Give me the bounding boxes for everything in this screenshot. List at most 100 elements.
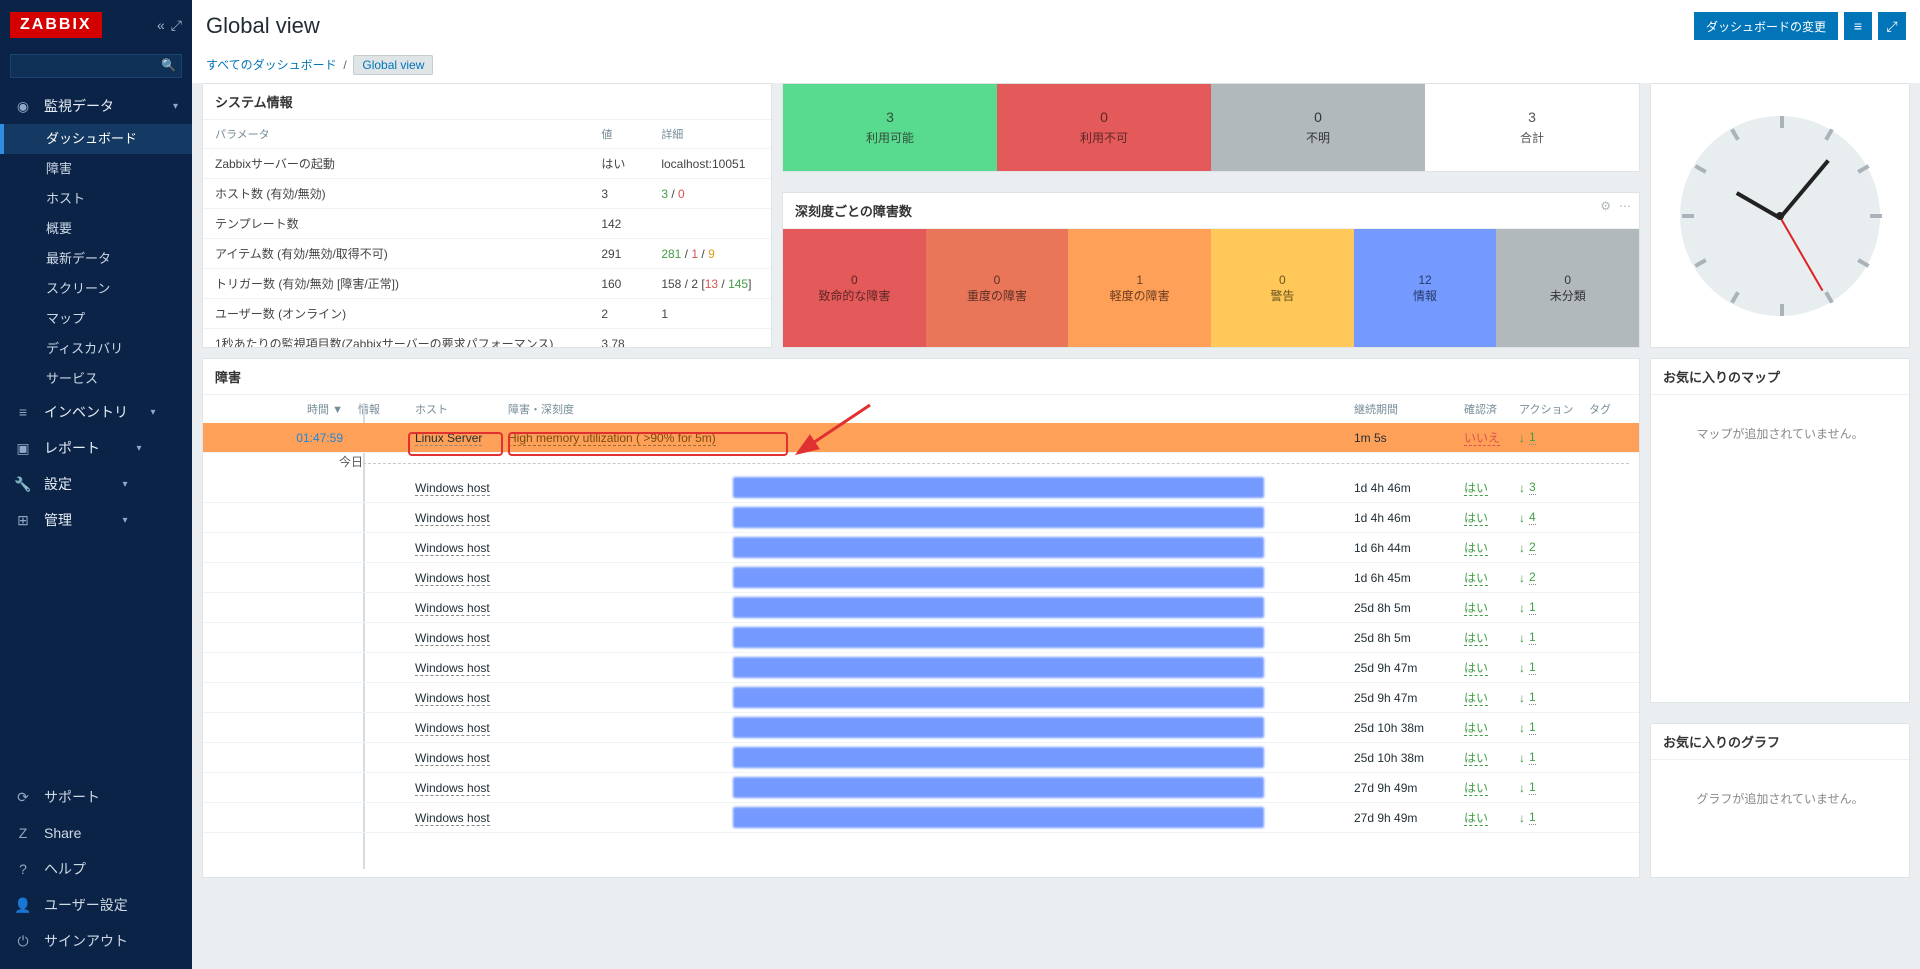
nav-discovery[interactable]: ディスカバリ — [0, 334, 192, 364]
search-icon[interactable]: 🔍 — [161, 58, 176, 72]
problem-row[interactable]: Windows host1d 4h 46mはい↓4 — [203, 503, 1639, 533]
problem-row[interactable]: Windows host27d 9h 49mはい↓1 — [203, 803, 1639, 833]
nav-administration[interactable]: ⊞ 管理 ▾ — [0, 502, 192, 538]
problem-row[interactable]: 01:47:59Linux ServerHigh memory utilizat… — [203, 423, 1639, 453]
problem-row[interactable]: Windows host25d 10h 38mはい↓1 — [203, 743, 1639, 773]
nav-inventory[interactable]: ≡ インベントリ ▾ — [0, 394, 192, 430]
host-link[interactable]: Windows host — [415, 751, 490, 766]
ack-link[interactable]: はい — [1464, 481, 1488, 496]
host-link[interactable]: Windows host — [415, 601, 490, 616]
action-count[interactable]: 1 — [1529, 660, 1536, 675]
nav-dashboard[interactable]: ダッシュボード — [0, 124, 192, 154]
action-count[interactable]: 1 — [1529, 750, 1536, 765]
footer-help[interactable]: ?ヘルプ — [0, 851, 192, 887]
ack-link[interactable]: はい — [1464, 541, 1488, 556]
problem-row[interactable]: Windows host25d 8h 5mはい↓1 — [203, 623, 1639, 653]
breadcrumb-current[interactable]: Global view — [353, 55, 433, 75]
fullscreen-button[interactable]: ⤢ — [1878, 12, 1906, 40]
action-count[interactable]: 3 — [1529, 480, 1536, 495]
host-link[interactable]: Windows host — [415, 571, 490, 586]
nav-configuration[interactable]: 🔧 設定 ▾ — [0, 466, 192, 502]
edit-dashboard-button[interactable]: ダッシュボードの変更 — [1694, 12, 1838, 40]
ack-link[interactable]: はい — [1464, 691, 1488, 706]
problem-row[interactable]: Windows host1d 6h 44mはい↓2 — [203, 533, 1639, 563]
nav-hosts[interactable]: ホスト — [0, 184, 192, 214]
action-count[interactable]: 2 — [1529, 570, 1536, 585]
problem-row[interactable]: Windows host25d 8h 5mはい↓1 — [203, 593, 1639, 623]
problem-actions: ↓3 — [1519, 480, 1589, 495]
nav-services[interactable]: サービス — [0, 364, 192, 394]
host-link[interactable]: Windows host — [415, 631, 490, 646]
severity-cell[interactable]: 1軽度の障害 — [1068, 229, 1211, 347]
action-count[interactable]: 1 — [1529, 720, 1536, 735]
nav-reports[interactable]: ▣ レポート ▾ — [0, 430, 192, 466]
breadcrumb-all[interactable]: すべてのダッシュボード — [206, 58, 337, 72]
ack-link[interactable]: はい — [1464, 721, 1488, 736]
host-link[interactable]: Windows host — [415, 661, 490, 676]
ack-link[interactable]: はい — [1464, 811, 1488, 826]
host-link[interactable]: Windows host — [415, 481, 490, 496]
nav-screens[interactable]: スクリーン — [0, 274, 192, 304]
footer-support[interactable]: ⟳サポート — [0, 779, 192, 815]
nav-monitoring[interactable]: ◉ 監視データ — [0, 88, 192, 124]
ack-link[interactable]: はい — [1464, 781, 1488, 796]
dashboard-content: システム情報 パラメータ 値 詳細 Zabbixサーバーの起動はいlocalho… — [192, 83, 1920, 969]
problem-row[interactable]: Windows host25d 10h 38mはい↓1 — [203, 713, 1639, 743]
action-count[interactable]: 1 — [1529, 630, 1536, 645]
severity-cell[interactable]: 0致命的な障害 — [783, 229, 926, 347]
action-count[interactable]: 1 — [1529, 430, 1536, 445]
ack-link[interactable]: はい — [1464, 571, 1488, 586]
host-link[interactable]: Windows host — [415, 691, 490, 706]
host-status-cell[interactable]: 3合計 — [1425, 84, 1639, 171]
nav-overview[interactable]: 概要 — [0, 214, 192, 244]
logo[interactable]: ZABBIX — [10, 12, 102, 38]
problem-row[interactable]: Windows host25d 9h 47mはい↓1 — [203, 683, 1639, 713]
col-time[interactable]: 時間 ▼ — [213, 401, 358, 417]
nav-problems[interactable]: 障害 — [0, 154, 192, 184]
severity-cell[interactable]: 0重度の障害 — [926, 229, 1069, 347]
problem-row[interactable]: Windows host1d 4h 46mはい↓3 — [203, 473, 1639, 503]
severity-cell[interactable]: 0未分類 — [1496, 229, 1639, 347]
footer-share[interactable]: ZShare — [0, 815, 192, 851]
host-status-cell[interactable]: 0利用不可 — [997, 84, 1211, 171]
action-count[interactable]: 4 — [1529, 510, 1536, 525]
severity-cell[interactable]: 0警告 — [1211, 229, 1354, 347]
ack-link[interactable]: はい — [1464, 631, 1488, 646]
host-link[interactable]: Windows host — [415, 541, 490, 556]
problem-name: High memory utilization ( >90% for 5m) — [508, 431, 1354, 445]
ack-link[interactable]: はい — [1464, 751, 1488, 766]
severity-cell[interactable]: 12情報 — [1354, 229, 1497, 347]
problem-row[interactable]: Windows host27d 9h 49mはい↓1 — [203, 773, 1639, 803]
ack-link[interactable]: はい — [1464, 661, 1488, 676]
search-input[interactable] — [10, 54, 182, 78]
ack-link[interactable]: いいえ — [1464, 431, 1500, 446]
favorite-graphs-widget: お気に入りのグラフ グラフが追加されていません。 — [1650, 723, 1910, 878]
sidebar-collapse-button[interactable]: « ⤢ — [157, 17, 182, 34]
menu-button[interactable]: ≡ — [1844, 12, 1872, 40]
host-link[interactable]: Windows host — [415, 511, 490, 526]
host-link[interactable]: Linux Server — [415, 431, 482, 446]
action-count[interactable]: 1 — [1529, 600, 1536, 615]
footer-signout[interactable]: ⏻サインアウト — [0, 923, 192, 959]
host-link[interactable]: Windows host — [415, 721, 490, 736]
host-status-cell[interactable]: 0不明 — [1211, 84, 1425, 171]
problem-row[interactable]: Windows host1d 6h 45mはい↓2 — [203, 563, 1639, 593]
problem-link[interactable]: High memory utilization ( >90% for 5m) — [508, 431, 716, 446]
ack-link[interactable]: はい — [1464, 601, 1488, 616]
host-link[interactable]: Windows host — [415, 781, 490, 796]
footer-user[interactable]: 👤ユーザー設定 — [0, 887, 192, 923]
host-link[interactable]: Windows host — [415, 811, 490, 826]
action-count[interactable]: 2 — [1529, 540, 1536, 555]
problem-actions: ↓1 — [1519, 660, 1589, 675]
sys-val: 160 — [589, 269, 649, 299]
nav-latest[interactable]: 最新データ — [0, 244, 192, 274]
problem-row[interactable]: Windows host25d 9h 47mはい↓1 — [203, 653, 1639, 683]
gear-icon[interactable]: ⚙ — [1600, 199, 1611, 213]
action-count[interactable]: 1 — [1529, 690, 1536, 705]
more-icon[interactable]: ⋯ — [1619, 199, 1631, 213]
nav-maps[interactable]: マップ — [0, 304, 192, 334]
ack-link[interactable]: はい — [1464, 511, 1488, 526]
action-count[interactable]: 1 — [1529, 810, 1536, 825]
action-count[interactable]: 1 — [1529, 780, 1536, 795]
host-status-cell[interactable]: 3利用可能 — [783, 84, 997, 171]
